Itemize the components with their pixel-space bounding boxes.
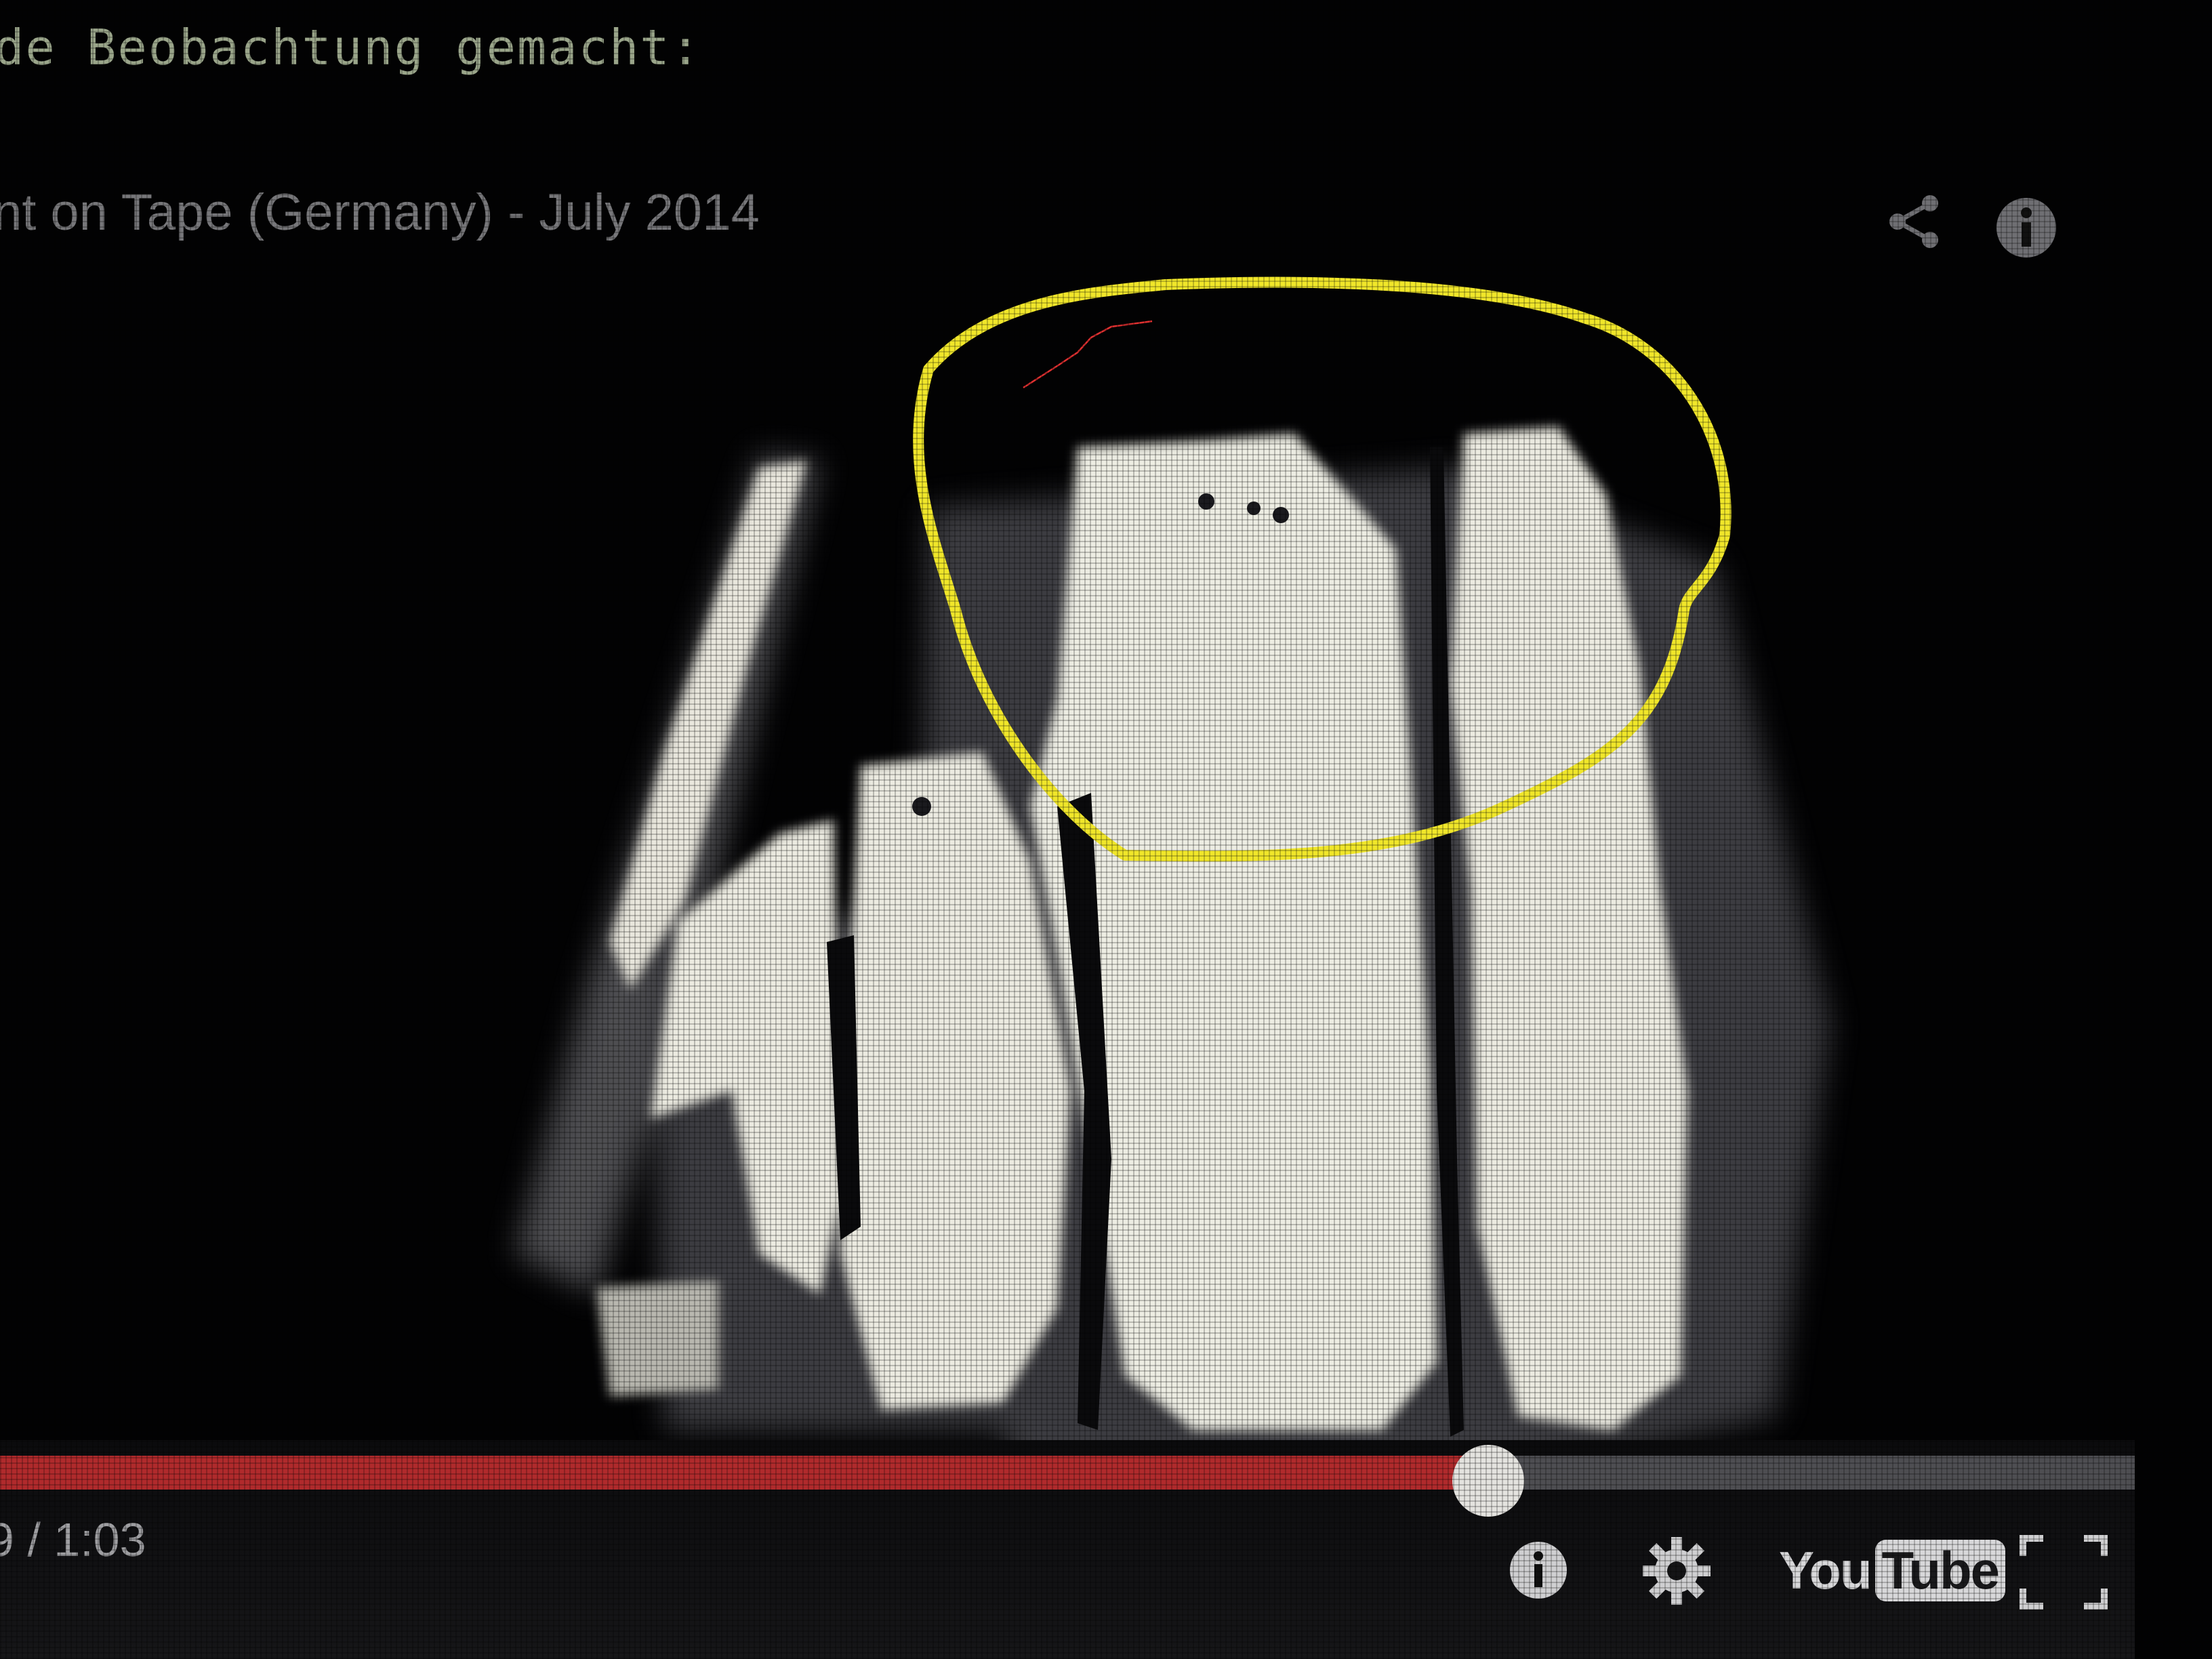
info-icon[interactable] — [1995, 197, 2057, 259]
annotations-icon[interactable] — [1508, 1540, 1569, 1601]
share-icon[interactable] — [1884, 191, 1945, 252]
progress-played-bar[interactable] — [0, 1456, 1488, 1490]
page-caption: de Beobachtung gemacht: — [0, 19, 701, 76]
gear-icon[interactable] — [1640, 1534, 1713, 1607]
video-frame[interactable] — [0, 142, 2135, 1586]
time-display: 9 / 1:03 — [0, 1513, 146, 1566]
monitor-screen: de Beobachtung gemacht: nt on Tape (Germ… — [0, 0, 2212, 1659]
video-player[interactable] — [0, 142, 2135, 1659]
fullscreen-icon[interactable] — [2016, 1532, 2111, 1613]
youtube-logo-you: You — [1779, 1540, 1872, 1600]
progress-handle[interactable] — [1452, 1445, 1524, 1517]
video-title[interactable]: nt on Tape (Germany) - July 2014 — [0, 183, 760, 242]
youtube-logo-tube: Tube — [1875, 1539, 2006, 1601]
youtube-logo[interactable]: You Tube — [1779, 1533, 2006, 1607]
